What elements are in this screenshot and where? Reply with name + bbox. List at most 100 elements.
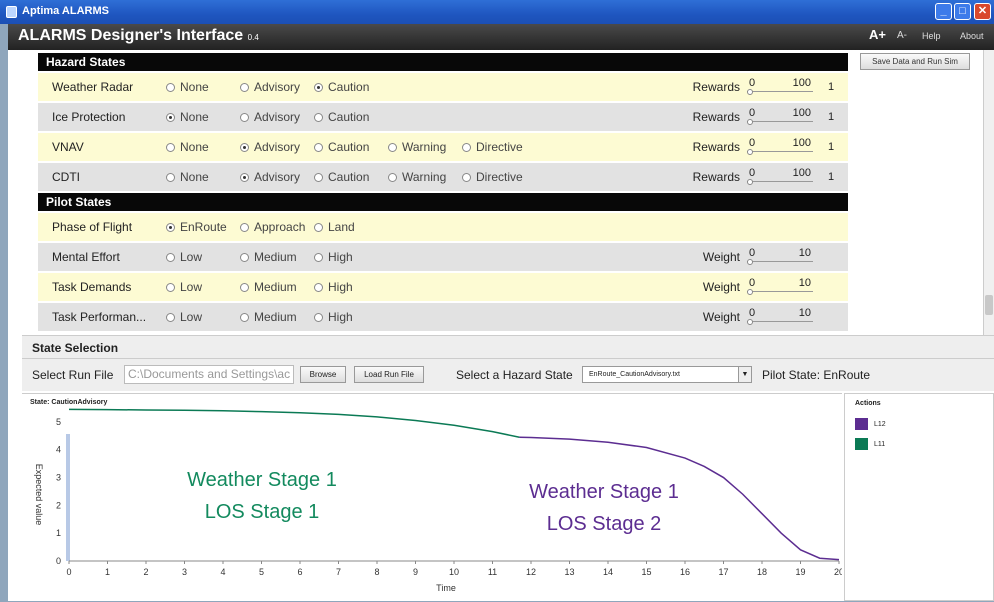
vertical-scrollbar[interactable] (983, 50, 994, 335)
slider-track[interactable] (747, 321, 813, 322)
radio-option[interactable]: Advisory (240, 110, 300, 124)
radio-icon[interactable] (166, 223, 175, 232)
radio-icon[interactable] (166, 83, 175, 92)
radio-icon[interactable] (314, 143, 323, 152)
radio-icon[interactable] (314, 173, 323, 182)
hazard-state-select[interactable]: EnRoute_CautionAdvisory.txt ▼ (582, 366, 752, 383)
radio-icon[interactable] (240, 83, 249, 92)
radio-option[interactable]: Warning (388, 140, 446, 154)
radio-option[interactable]: High (314, 250, 353, 264)
radio-icon[interactable] (166, 313, 175, 322)
state-selection-title: State Selection (32, 341, 119, 355)
rewards-slider[interactable]: 0 100 (747, 137, 813, 159)
slider-thumb[interactable] (747, 89, 753, 95)
radio-option[interactable]: EnRoute (166, 220, 227, 234)
radio-option[interactable]: Medium (240, 280, 297, 294)
help-link[interactable]: Help (922, 31, 941, 41)
font-decrease-button[interactable]: A- (897, 30, 907, 41)
radio-option[interactable]: Advisory (240, 80, 300, 94)
radio-option[interactable]: Caution (314, 80, 369, 94)
radio-option[interactable]: Directive (462, 140, 523, 154)
weight-slider[interactable]: 0 10 (747, 307, 813, 329)
radio-icon[interactable] (166, 143, 175, 152)
radio-icon[interactable] (388, 143, 397, 152)
rewards-slider[interactable]: 0 100 (747, 107, 813, 129)
radio-option[interactable]: None (166, 110, 209, 124)
radio-option[interactable]: Warning (388, 170, 446, 184)
radio-icon[interactable] (314, 253, 323, 262)
radio-icon[interactable] (166, 173, 175, 182)
radio-option[interactable]: Low (166, 250, 202, 264)
radio-option[interactable]: None (166, 140, 209, 154)
radio-icon[interactable] (240, 253, 249, 262)
rewards-slider[interactable]: 0 100 (747, 77, 813, 99)
y-tick-label: 3 (56, 473, 61, 483)
close-button[interactable]: ✕ (974, 3, 991, 20)
slider-track[interactable] (747, 291, 813, 292)
radio-option[interactable]: Low (166, 310, 202, 324)
radio-icon[interactable] (166, 113, 175, 122)
maximize-button[interactable]: □ (954, 3, 971, 20)
radio-icon[interactable] (314, 283, 323, 292)
font-increase-button[interactable]: A+ (869, 27, 886, 42)
radio-icon[interactable] (314, 313, 323, 322)
radio-option[interactable]: Advisory (240, 170, 300, 184)
radio-icon[interactable] (240, 313, 249, 322)
save-and-run-button[interactable]: Save Data and Run Sim (860, 53, 970, 70)
radio-option[interactable]: Low (166, 280, 202, 294)
radio-icon[interactable] (314, 83, 323, 92)
slider-thumb[interactable] (747, 179, 753, 185)
radio-option[interactable]: High (314, 280, 353, 294)
slider-track[interactable] (747, 151, 813, 152)
weight-slider[interactable]: 0 10 (747, 247, 813, 269)
scrollbar-thumb[interactable] (985, 295, 993, 315)
radio-icon[interactable] (388, 173, 397, 182)
radio-option[interactable]: Caution (314, 170, 369, 184)
minimize-button[interactable]: _ (935, 3, 952, 20)
slider-thumb[interactable] (747, 319, 753, 325)
radio-icon[interactable] (166, 283, 175, 292)
radio-option[interactable]: Medium (240, 250, 297, 264)
radio-icon[interactable] (166, 253, 175, 262)
legend-item-l12[interactable]: L12 (855, 418, 886, 430)
radio-option[interactable]: Medium (240, 310, 297, 324)
radio-option[interactable]: High (314, 310, 353, 324)
radio-icon[interactable] (314, 223, 323, 232)
slider-track[interactable] (747, 181, 813, 182)
slider-track[interactable] (747, 261, 813, 262)
radio-icon[interactable] (462, 143, 471, 152)
slider-track[interactable] (747, 121, 813, 122)
about-link[interactable]: About (960, 31, 984, 41)
radio-option[interactable]: None (166, 170, 209, 184)
slider-track[interactable] (747, 91, 813, 92)
radio-option[interactable]: None (166, 80, 209, 94)
slider-thumb[interactable] (747, 259, 753, 265)
load-run-file-button[interactable]: Load Run File (354, 366, 424, 383)
radio-icon[interactable] (240, 283, 249, 292)
radio-option[interactable]: Approach (240, 220, 305, 234)
radio-option[interactable]: Caution (314, 140, 369, 154)
slider-thumb[interactable] (747, 149, 753, 155)
radio-option[interactable]: Caution (314, 110, 369, 124)
radio-option-label: EnRoute (180, 220, 227, 234)
run-file-input[interactable]: C:\Documents and Settings\ac (124, 365, 294, 384)
hazard-row-label: Ice Protection (52, 110, 126, 124)
rewards-slider[interactable]: 0 100 (747, 167, 813, 189)
slider-thumb[interactable] (747, 289, 753, 295)
radio-icon[interactable] (240, 113, 249, 122)
radio-icon[interactable] (240, 223, 249, 232)
radio-option-label: Advisory (254, 80, 301, 94)
radio-option[interactable]: Advisory (240, 140, 300, 154)
radio-option[interactable]: Directive (462, 170, 523, 184)
slider-max: 100 (792, 77, 811, 89)
radio-icon[interactable] (240, 143, 249, 152)
legend-item-l11[interactable]: L11 (855, 438, 885, 450)
weight-slider[interactable]: 0 10 (747, 277, 813, 299)
chevron-down-icon[interactable]: ▼ (738, 367, 751, 382)
radio-option[interactable]: Land (314, 220, 355, 234)
radio-icon[interactable] (462, 173, 471, 182)
radio-icon[interactable] (314, 113, 323, 122)
browse-button[interactable]: Browse (300, 366, 346, 383)
radio-icon[interactable] (240, 173, 249, 182)
slider-thumb[interactable] (747, 119, 753, 125)
